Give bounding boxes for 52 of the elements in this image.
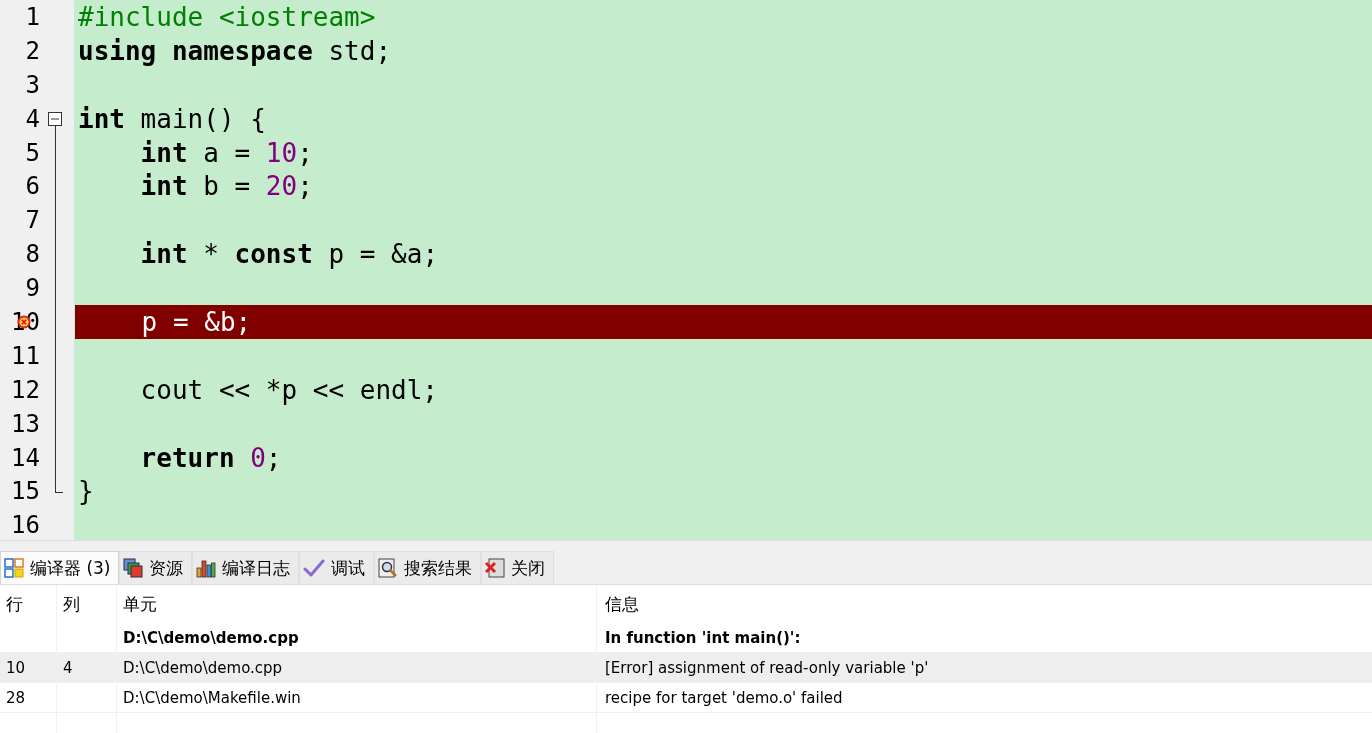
column-header[interactable]: 单元 [117, 585, 597, 623]
column-header[interactable]: 信息 [597, 585, 1372, 623]
table-cell: D:\C\demo\demo.cpp [123, 658, 283, 677]
panel-tab[interactable]: 资源 [119, 551, 193, 584]
line-number: 7 [24, 206, 40, 235]
line-number: 16 [10, 511, 40, 540]
collapse-icon[interactable] [48, 111, 62, 126]
stacked-squares-icon [123, 558, 144, 578]
code-line: p = &b; [140, 306, 252, 337]
code-line: int main() { [78, 103, 266, 134]
line-number: 12 [10, 375, 40, 404]
code-line: } [78, 476, 94, 507]
selected-row[interactable]: 10 4 D:\C\demo\demo.cpp [Error] assignment of read-only variable 'p' [0, 653, 1372, 683]
line-number: 11 [10, 341, 40, 370]
code-line: return 0; [139, 442, 282, 473]
panel-tab[interactable]: 调试 [299, 551, 375, 584]
line-number: 15 [10, 477, 40, 506]
table-cell: 4 [63, 658, 73, 677]
column-header[interactable]: 列 [57, 585, 117, 623]
column-header[interactable]: 行 [0, 585, 57, 623]
table-cell: D:\C\demo\Makefile.win [123, 688, 301, 707]
code-line: int * const p = &a; [139, 239, 439, 270]
close-icon [485, 558, 506, 578]
line-number: 13 [10, 409, 40, 438]
panel-tab[interactable]: 搜索结果 [374, 551, 482, 584]
code-line: using namespace std; [78, 35, 392, 66]
panel-tab[interactable]: 编译器 (3) [0, 551, 120, 584]
table-cell: recipe for target 'demo.o' failed [605, 688, 843, 707]
checkmark-icon [303, 558, 326, 578]
line-number: 8 [24, 240, 40, 269]
line-number: 6 [24, 172, 40, 201]
code-line: int a = 10; [139, 137, 313, 168]
table-cell: In function 'int main()': [605, 628, 801, 647]
line-number: 4 [24, 104, 40, 133]
line-number: 5 [24, 138, 40, 167]
search-icon [378, 558, 399, 578]
grid-icon [4, 558, 24, 578]
table-cell: D:\C\demo\demo.cpp [123, 628, 299, 647]
bar-chart-icon [196, 558, 217, 578]
code-line: int b = 20; [139, 171, 313, 202]
table-cell: 10 [6, 658, 26, 677]
table-cell: [Error] assignment of read-only variable 'p' [605, 658, 929, 677]
line-number: 2 [24, 36, 40, 65]
panel-tab[interactable]: 编译日志 [192, 551, 300, 584]
panel-tab[interactable]: 关闭 [481, 551, 555, 584]
line-number: 14 [10, 443, 40, 472]
line-number: 3 [24, 70, 40, 99]
table-cell: 28 [6, 688, 26, 707]
code-line: #include <iostream> [78, 1, 376, 32]
line-number: 1 [24, 2, 40, 31]
line-number: 9 [24, 274, 40, 303]
code-line: cout << *p << endl; [139, 374, 439, 405]
